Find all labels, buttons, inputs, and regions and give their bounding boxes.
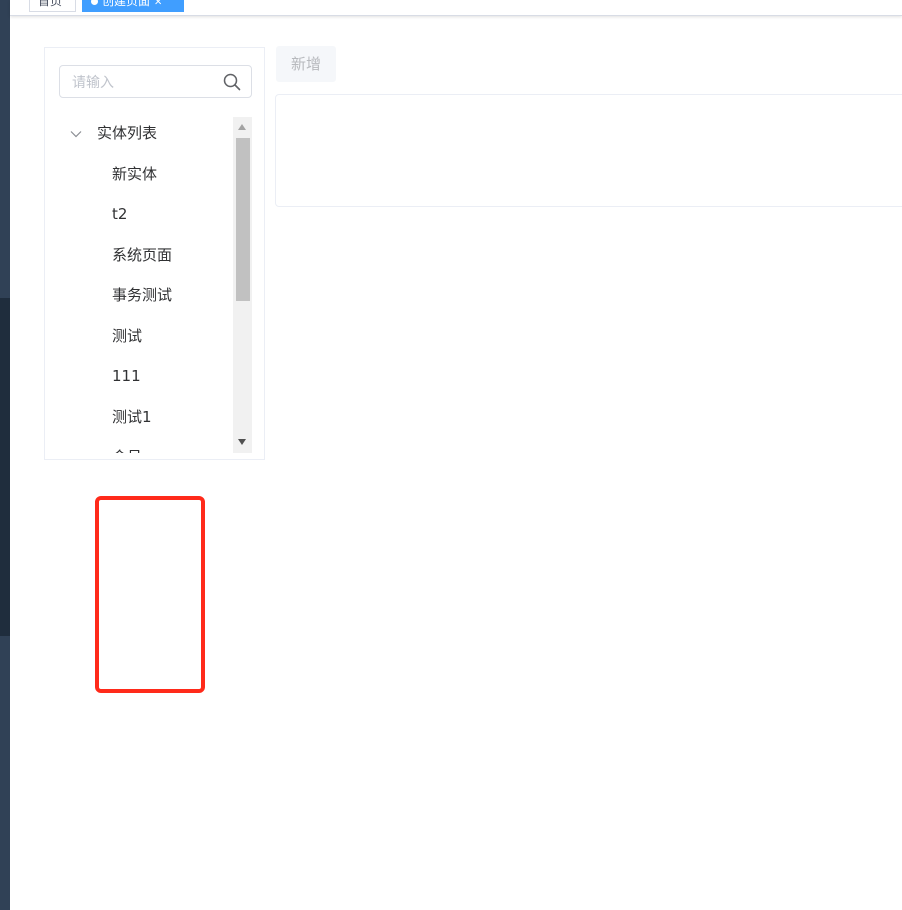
tree-node-label: 实体列表 (97, 124, 158, 142)
scroll-down-arrow-icon[interactable] (238, 439, 246, 445)
tree-node[interactable]: t2 (59, 194, 233, 234)
entity-tree-panel: 实体列表 新实体 t2 系统页面 事务测试 测试 111 测试1 会员 (44, 47, 265, 460)
tree-node-label: 测试 (112, 327, 143, 345)
tree-node-label: 111 (112, 367, 141, 385)
tag-create-page-label: 创建页面 (102, 0, 151, 8)
content-panel (275, 94, 902, 207)
tree-node[interactable]: 会员 (59, 437, 233, 453)
scroll-up-arrow-icon[interactable] (238, 124, 246, 130)
tree-node[interactable]: 111 (59, 356, 233, 396)
tree-node-label: 事务测试 (112, 286, 173, 304)
tree-scrollbar[interactable] (233, 117, 252, 453)
tag-create-page[interactable]: 创建页面 ✕ (82, 0, 184, 12)
scrollbar-thumb[interactable] (236, 138, 250, 301)
tree-search-box (59, 65, 252, 98)
annotation-highlight-box (95, 496, 205, 693)
search-icon[interactable] (223, 73, 241, 91)
search-input[interactable] (70, 72, 224, 94)
active-dot-icon (91, 0, 98, 5)
tree-node-entity-list[interactable]: 实体列表 (59, 117, 233, 153)
tags-view-bar: 首页 创建页面 ✕ (10, 0, 902, 16)
tree-node[interactable]: 事务测试 (59, 275, 233, 315)
tree-node-label: t2 (112, 205, 128, 223)
close-icon[interactable]: ✕ (154, 0, 162, 8)
tag-home-label: 首页 (38, 0, 63, 8)
tree-node-label: 新实体 (112, 165, 158, 183)
sidebar-active-section (0, 298, 10, 636)
tag-home[interactable]: 首页 (29, 0, 76, 12)
entity-tree: 实体列表 新实体 t2 系统页面 事务测试 测试 111 测试1 会员 (59, 117, 233, 453)
tree-node-label: 系统页面 (112, 246, 173, 264)
tree-node[interactable]: 测试1 (59, 397, 233, 437)
add-button[interactable]: 新增 (276, 46, 336, 82)
tree-node[interactable]: 系统页面 (59, 235, 233, 275)
app-sidebar (0, 0, 10, 910)
tree-node-label: 会员 (112, 448, 142, 453)
tree-node[interactable]: 测试 (59, 316, 233, 356)
tree-node[interactable]: 新实体 (59, 154, 233, 194)
tree-node-label: 测试1 (112, 408, 152, 426)
chevron-down-icon[interactable] (69, 127, 83, 141)
